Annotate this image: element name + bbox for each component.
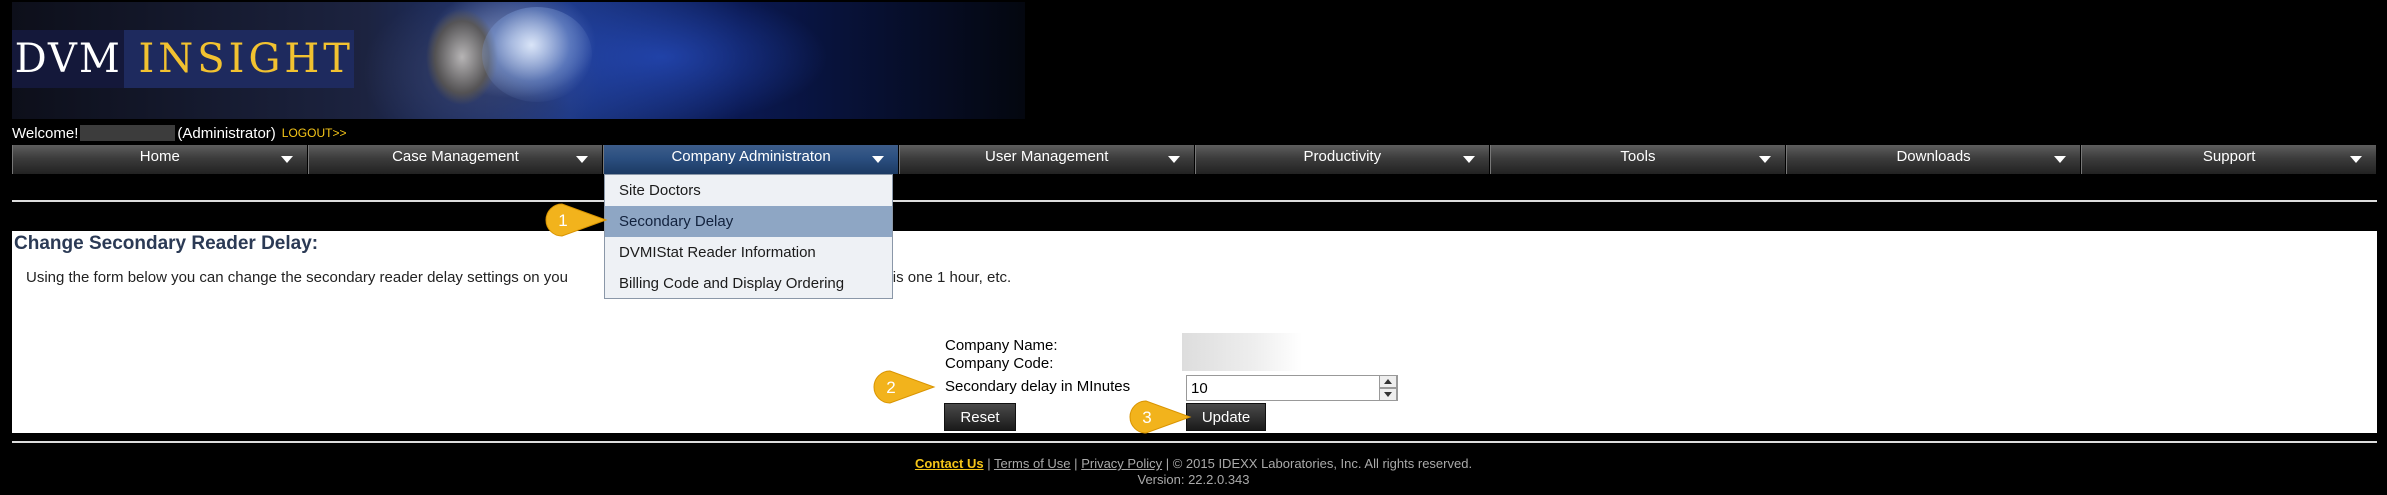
footer: Contact Us | Terms of Use | Privacy Poli… xyxy=(0,456,2387,487)
caret-down-icon xyxy=(1463,156,1476,163)
logout-link[interactable]: LOGOUT>> xyxy=(282,126,347,140)
menu-item-secondary-delay[interactable]: Secondary Delay xyxy=(605,206,892,237)
divider xyxy=(12,200,2377,202)
logo-dvm-text: DVM xyxy=(12,30,125,88)
nav-item-company-administration[interactable]: Company Administraton xyxy=(603,145,899,174)
redacted-username xyxy=(80,125,176,141)
company-admin-dropdown: Site Doctors Secondary Delay DVMIStat Re… xyxy=(604,174,893,299)
reset-button[interactable]: Reset xyxy=(944,403,1016,431)
welcome-label: Welcome! xyxy=(12,124,79,142)
update-button[interactable]: Update xyxy=(1186,403,1266,431)
banner-xray-image xyxy=(482,7,592,102)
nav-item-home[interactable]: Home xyxy=(12,145,308,174)
nav-item-downloads[interactable]: Downloads xyxy=(1785,145,2082,174)
delay-spinner[interactable] xyxy=(1379,375,1397,401)
page-title: Change Secondary Reader Delay: xyxy=(14,233,319,254)
callout-number: 2 xyxy=(886,378,895,397)
copyright-text: | © 2015 IDEXX Laboratories, Inc. All ri… xyxy=(1165,456,1473,471)
nav-item-label: User Management xyxy=(984,148,1109,165)
user-role: (Administrator) xyxy=(177,124,276,142)
redacted-company-info xyxy=(1182,333,1302,371)
nav-item-label: Productivity xyxy=(1303,148,1382,165)
callout-number: 1 xyxy=(558,211,567,230)
nav-item-label: Case Management xyxy=(392,148,519,165)
company-code-label: Company Code: xyxy=(945,355,1054,372)
version-text: Version: 22.2.0.343 xyxy=(1137,472,1250,487)
header-banner: DVM INSIGHT xyxy=(12,2,1025,119)
callout-marker-2: 2 xyxy=(873,370,936,404)
nav-item-label: Support xyxy=(2202,148,2256,165)
footer-separator: | xyxy=(1074,456,1078,471)
menu-item-site-doctors[interactable]: Site Doctors xyxy=(605,175,892,206)
main-nav: Home Case Management Company Administrat… xyxy=(12,145,2377,174)
caret-down-icon xyxy=(1758,156,1771,163)
delay-label: Secondary delay in MInutes xyxy=(945,378,1131,395)
page: DVM INSIGHT Welcome! (Administrator) LOG… xyxy=(0,0,2387,495)
nav-item-label: Tools xyxy=(1620,148,1656,165)
footer-separator: | xyxy=(987,456,991,471)
nav-item-label: Home xyxy=(139,148,180,165)
nav-item-user-management[interactable]: User Management xyxy=(898,145,1195,174)
nav-item-label: Company Administraton xyxy=(671,148,831,165)
menu-item-billing-code-display-ordering[interactable]: Billing Code and Display Ordering xyxy=(605,268,892,299)
privacy-policy-link[interactable]: Privacy Policy xyxy=(1081,456,1162,471)
logo-insight-text: INSIGHT xyxy=(138,36,354,82)
nav-item-label: Downloads xyxy=(1896,148,1971,165)
company-name-label: Company Name: xyxy=(945,337,1058,354)
dvm-insight-logo[interactable]: DVM INSIGHT xyxy=(12,30,354,88)
secondary-delay-input[interactable] xyxy=(1186,375,1398,401)
nav-item-tools[interactable]: Tools xyxy=(1490,145,1786,174)
nav-item-productivity[interactable]: Productivity xyxy=(1194,145,1491,174)
caret-down-icon xyxy=(871,156,884,163)
caret-down-icon xyxy=(2054,156,2067,163)
spin-up-icon[interactable] xyxy=(1379,375,1397,388)
callout-number: 3 xyxy=(1142,408,1151,427)
spin-down-icon[interactable] xyxy=(1379,388,1397,401)
footer-links: Contact Us | Terms of Use | Privacy Poli… xyxy=(0,456,2387,471)
nav-item-support[interactable]: Support xyxy=(2081,145,2377,174)
main-content: Change Secondary Reader Delay: Using the… xyxy=(12,231,2377,433)
nav-item-case-management[interactable]: Case Management xyxy=(307,145,604,174)
description-left: Using the form below you can change the … xyxy=(26,269,568,286)
welcome-bar: Welcome! (Administrator) LOGOUT>> xyxy=(12,124,346,142)
contact-us-link[interactable]: Contact Us xyxy=(915,456,984,471)
caret-down-icon xyxy=(576,156,589,163)
callout-marker-1: 1 xyxy=(545,203,608,237)
caret-down-icon xyxy=(280,156,293,163)
footer-divider xyxy=(12,441,2377,443)
caret-down-icon xyxy=(2350,156,2362,163)
terms-of-use-link[interactable]: Terms of Use xyxy=(994,456,1071,471)
menu-item-dvmistat-reader-information[interactable]: DVMIStat Reader Information xyxy=(605,237,892,268)
caret-down-icon xyxy=(1167,156,1180,163)
callout-marker-3: 3 xyxy=(1129,400,1192,434)
